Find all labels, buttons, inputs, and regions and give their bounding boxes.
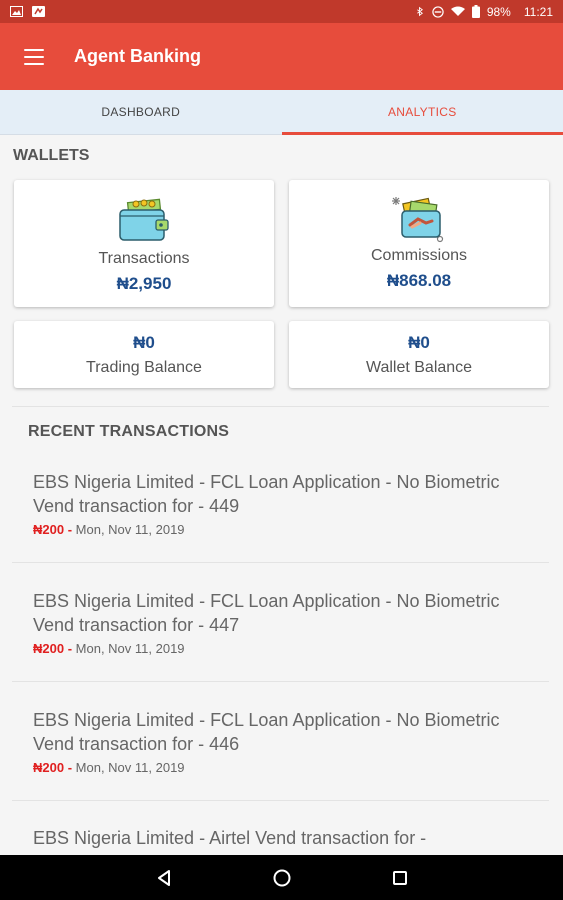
divider (12, 562, 549, 563)
trading-balance-label: Trading Balance (86, 358, 202, 376)
battery-level: 98% (486, 4, 511, 19)
home-button[interactable] (223, 855, 341, 900)
transaction-date: Mon, Nov 11, 2019 (75, 760, 185, 775)
wallet-balance-label: Wallet Balance (365, 358, 473, 376)
transaction-date: Mon, Nov 11, 2019 (75, 641, 185, 656)
battery-icon (471, 5, 480, 18)
app-title: Agent Banking (74, 46, 202, 66)
tab-dashboard[interactable]: DASHBOARD (0, 90, 282, 134)
wifi-icon (450, 6, 465, 16)
transaction-amount: ₦200 - (33, 760, 73, 775)
wallets-heading: WALLETS (13, 147, 90, 164)
divider (12, 681, 549, 682)
tab-bar: DASHBOARD ANALYTICS (0, 90, 563, 135)
back-triangle-icon (157, 869, 170, 886)
transaction-item[interactable]: EBS Nigeria Limited - FCL Loan Applicati… (33, 708, 533, 775)
recents-button[interactable] (341, 855, 459, 900)
trading-balance-card[interactable]: ₦0 Trading Balance (14, 321, 274, 388)
recents-square-icon (392, 870, 407, 885)
transaction-meta: ₦200 - Mon, Nov 11, 2019 (33, 522, 533, 537)
transaction-item[interactable]: EBS Nigeria Limited - Airtel Vend transa… (33, 826, 533, 850)
dnd-icon (432, 5, 444, 18)
commissions-value: ₦868.08 (386, 270, 452, 290)
commission-handshake-icon (392, 196, 444, 242)
app-bar: Agent Banking (0, 23, 563, 90)
transaction-amount: ₦200 - (33, 641, 73, 656)
bluetooth-icon (416, 6, 423, 17)
system-nav-bar (0, 855, 563, 900)
divider (12, 800, 549, 801)
wallet-money-icon (119, 198, 169, 241)
transaction-description: EBS Nigeria Limited - FCL Loan Applicati… (33, 710, 500, 754)
trading-balance-value: ₦0 (133, 332, 155, 352)
transaction-description: EBS Nigeria Limited - FCL Loan Applicati… (33, 472, 500, 516)
wallet-balance-card[interactable]: ₦0 Wallet Balance (289, 321, 549, 388)
transactions-label: Transactions (98, 249, 190, 267)
clock: 11:21 (523, 4, 553, 19)
transaction-date: Mon, Nov 11, 2019 (75, 522, 185, 537)
commissions-label: Commissions (370, 246, 467, 264)
transaction-description: EBS Nigeria Limited - FCL Loan Applicati… (33, 591, 500, 635)
transactions-card[interactable]: Transactions ₦2,950 (14, 180, 274, 307)
tab-analytics[interactable]: ANALYTICS (281, 90, 563, 135)
transaction-item[interactable]: EBS Nigeria Limited - FCL Loan Applicati… (33, 589, 533, 656)
back-button[interactable] (105, 855, 223, 900)
status-bar: 98% 11:21 (0, 0, 563, 23)
transaction-meta: ₦200 - Mon, Nov 11, 2019 (33, 641, 533, 656)
wallet-balance-value: ₦0 (408, 332, 430, 352)
app-notification-icon (32, 6, 45, 17)
commissions-card[interactable]: Commissions ₦868.08 (289, 180, 549, 307)
gallery-notification-icon (10, 6, 23, 17)
transaction-description: EBS Nigeria Limited - Airtel Vend transa… (33, 828, 427, 848)
divider (12, 406, 549, 407)
transaction-amount: ₦200 - (33, 522, 73, 537)
transactions-value: ₦2,950 (116, 273, 172, 293)
home-circle-icon (273, 869, 290, 886)
hamburger-menu-icon[interactable] (24, 48, 44, 65)
transaction-item[interactable]: EBS Nigeria Limited - FCL Loan Applicati… (33, 470, 533, 537)
screen: 98% 11:21 Agent Banking DASHBOARD ANALYT… (0, 0, 563, 900)
transaction-meta: ₦200 - Mon, Nov 11, 2019 (33, 760, 533, 775)
recent-transactions-heading: RECENT TRANSACTIONS (28, 423, 230, 440)
